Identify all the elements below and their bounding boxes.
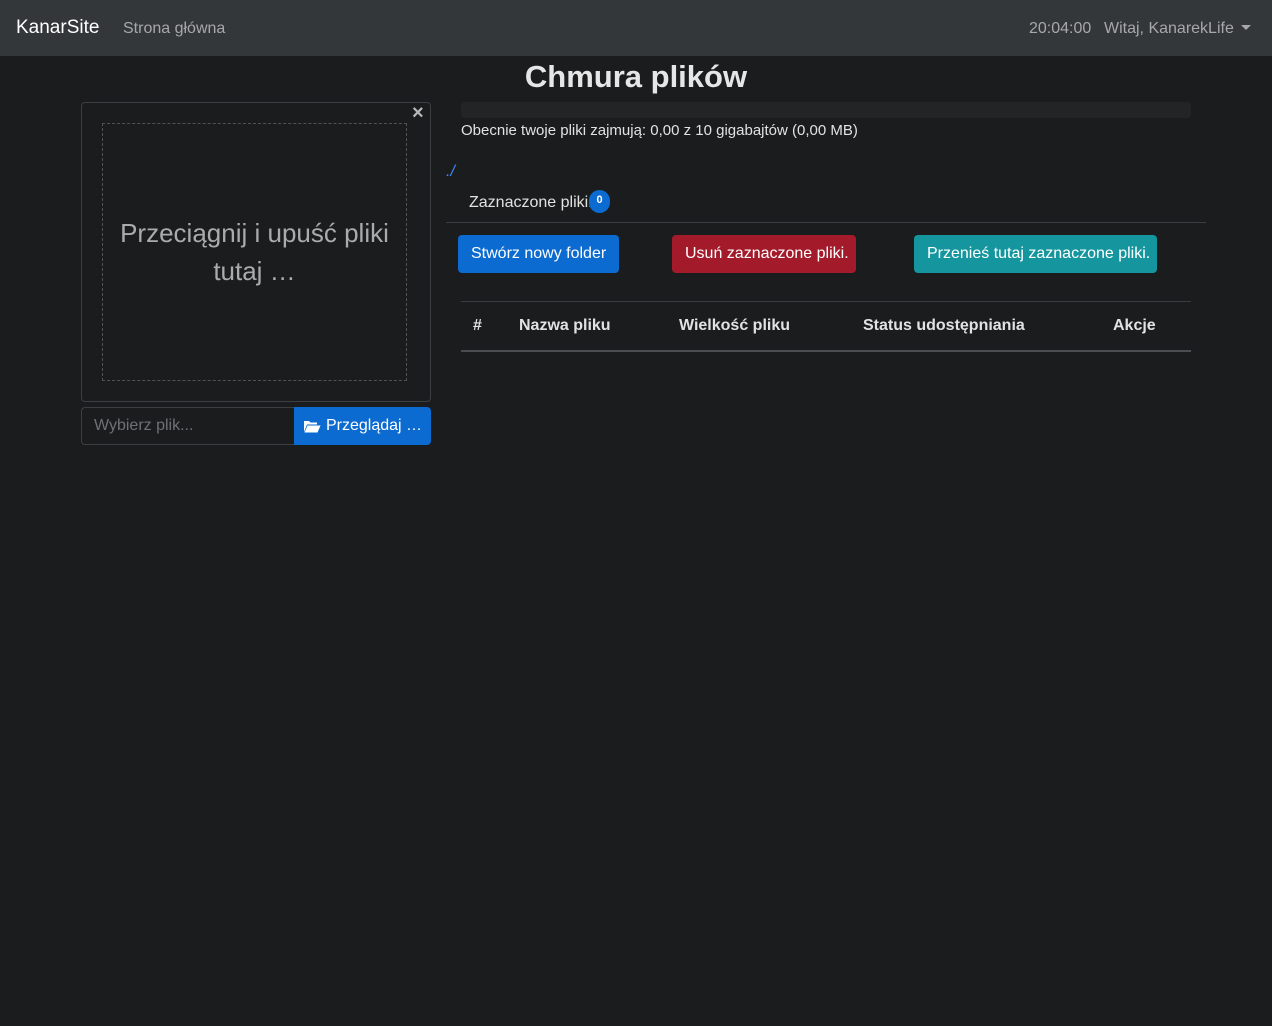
user-menu-label: Witaj, KanarekLife <box>1104 20 1234 37</box>
folder-open-icon <box>303 420 321 432</box>
user-menu-toggle[interactable]: Witaj, KanarekLife <box>1104 19 1251 39</box>
column-header-filename[interactable]: Nazwa pliku <box>519 302 679 351</box>
column-header-filesize[interactable]: Wielkość pliku <box>679 302 863 351</box>
create-folder-button[interactable]: Stwórz nowy folder <box>458 235 619 273</box>
storage-usage-text: Obecnie twoje pliki zajmują: 0,00 z 10 g… <box>461 122 858 139</box>
selected-count-badge: 0 <box>589 190 610 213</box>
browse-button[interactable]: Przeglądaj … <box>294 407 431 445</box>
navbar: KanarSite Strona główna 20:04:00 Witaj, … <box>0 0 1272 56</box>
column-header-actions: Akcje <box>1113 316 1156 334</box>
nav-link-home[interactable]: Strona główna <box>123 19 225 39</box>
page-title: Chmura plików <box>524 59 748 94</box>
drop-zone-text: Przeciągnij i upuść pliki tutaj … <box>120 218 389 286</box>
brand-logo[interactable]: KanarSite <box>16 17 99 39</box>
clock: 20:04:00 <box>1029 20 1092 37</box>
move-here-button[interactable]: Przenieś tutaj zaznaczone pliki. <box>914 235 1157 273</box>
drop-zone[interactable]: Przeciągnij i upuść pliki tutaj … <box>102 123 407 381</box>
delete-selected-button[interactable]: Usuń zaznaczone pliki. <box>672 235 856 273</box>
table-header-row: # Nazwa pliku Wielkość pliku Status udos… <box>461 301 1191 351</box>
close-icon[interactable]: × <box>412 103 424 123</box>
storage-progress-bar <box>461 102 1191 118</box>
upload-panel: × Przeciągnij i upuść pliki tutaj … <box>81 102 431 402</box>
caret-down-icon <box>1240 25 1251 30</box>
column-header-number: # <box>473 316 482 334</box>
current-path-link[interactable]: ./ <box>446 162 455 182</box>
files-table: # Nazwa pliku Wielkość pliku Status udos… <box>461 301 1191 352</box>
column-header-share-status[interactable]: Status udostępniania <box>863 302 1113 351</box>
divider <box>446 222 1206 223</box>
selected-files-label: Zaznaczone pliki: <box>469 194 593 211</box>
file-name-input[interactable] <box>81 407 295 445</box>
browse-button-label: Przeglądaj … <box>325 417 423 434</box>
